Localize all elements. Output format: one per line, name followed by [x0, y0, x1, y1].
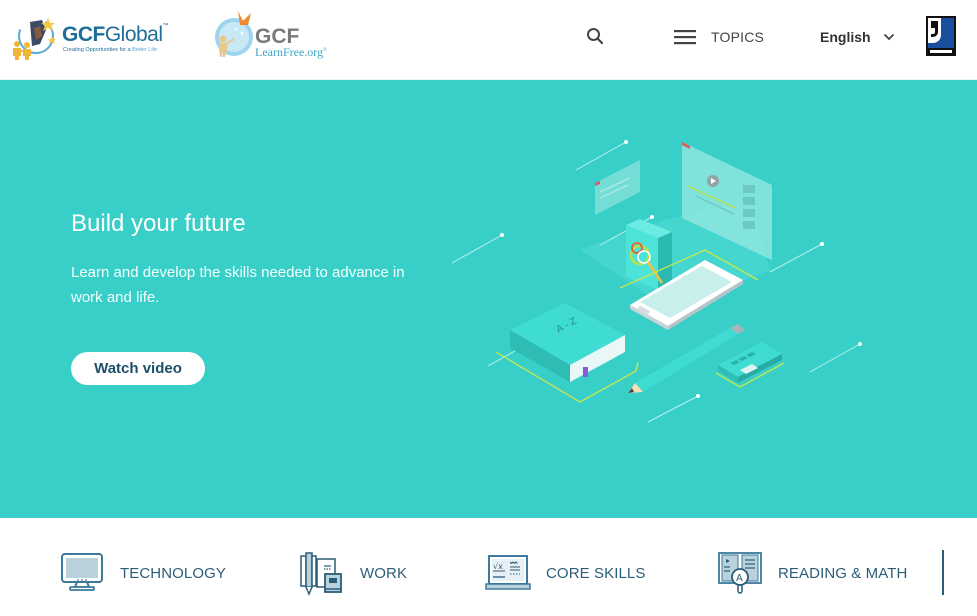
gcfglobal-logo[interactable]: GCFGlobal™ Creating Opportunities for a … — [10, 14, 175, 62]
search-button[interactable] — [585, 26, 607, 48]
goodwill-logo[interactable] — [926, 16, 956, 56]
gcfglobal-emblem-icon — [13, 18, 56, 60]
topic-label: TECHNOLOGY — [120, 564, 227, 582]
topic-technology[interactable]: TECHNOLOGY — [58, 548, 226, 598]
language-label: English — [820, 29, 871, 45]
learnfree-site-text: LearnFree.org® — [255, 45, 327, 59]
hero-title: Build your future — [71, 210, 246, 237]
language-selector[interactable]: English — [820, 24, 895, 50]
floating-window-small — [595, 160, 640, 215]
hero-subtitle: Learn and develop the skills needed to a… — [71, 264, 405, 306]
hamburger-menu-icon — [674, 30, 696, 45]
math-laptop-icon: √x — [485, 555, 531, 590]
watch-video-button[interactable]: Watch video — [71, 352, 205, 385]
gcfglobal-tagline: Creating Opportunities for a Better Life — [63, 47, 158, 53]
topics-menu-button[interactable]: TOPICS — [674, 24, 764, 50]
gcf-learnfree-logo[interactable]: GCF LearnFree.org® — [210, 7, 335, 62]
pencil-books-icon — [300, 552, 342, 596]
app-icon-cube — [626, 219, 672, 290]
topics-label: TOPICS — [711, 29, 765, 45]
calculator — [718, 342, 782, 383]
svg-text:√x: √x — [493, 562, 503, 571]
topic-label: READING & MATH — [778, 564, 908, 582]
topic-core-skills[interactable]: √x CORE SKILLS — [484, 548, 645, 598]
svg-text:A: A — [736, 573, 743, 584]
open-book-magnifier-icon: A — [718, 552, 762, 594]
topic-work[interactable]: WORK — [298, 548, 407, 598]
site-header: GCFGlobal™ Creating Opportunities for a … — [0, 0, 977, 80]
topic-label: WORK — [360, 564, 408, 582]
topic-reading-math[interactable]: A READING & MATH — [716, 548, 907, 598]
learnfree-globe-icon — [215, 11, 253, 57]
monitor-icon — [61, 553, 103, 591]
chevron-down-icon — [883, 33, 894, 41]
search-icon — [587, 28, 604, 45]
gcfglobal-wordmark: GCFGlobal™ — [62, 23, 169, 46]
pencil — [628, 324, 745, 393]
hero-banner: Build your future Learn and develop the … — [0, 80, 977, 518]
hero-illustration: A - Z — [451, 140, 862, 423]
topics-divider — [942, 550, 944, 595]
topic-label: CORE SKILLS — [546, 564, 646, 582]
topic-categories-bar: TECHNOLOGY WORK √x CORE SKILLS A READING… — [0, 518, 977, 616]
